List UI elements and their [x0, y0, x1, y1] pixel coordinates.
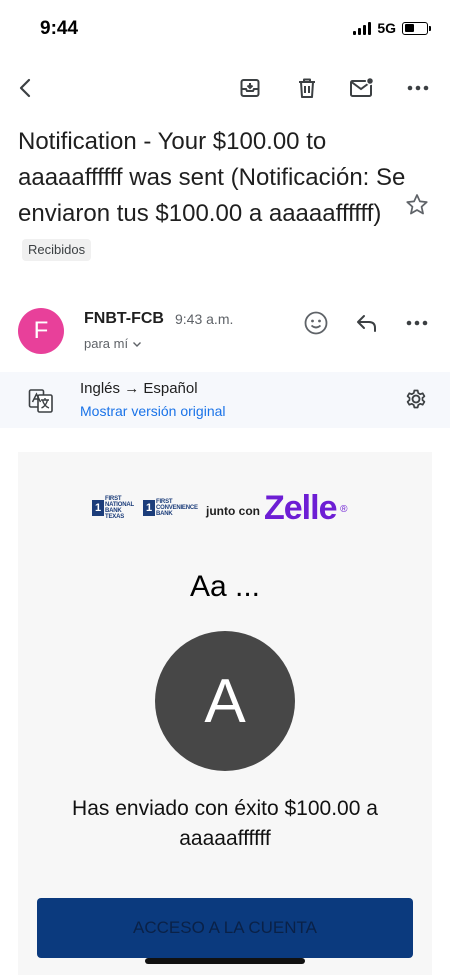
junto-con-text: junto con — [206, 504, 260, 518]
account-access-button[interactable]: ACCESO A LA CUENTA — [37, 898, 413, 958]
email-time: 9:43 a.m. — [175, 311, 234, 327]
battery-icon — [402, 21, 431, 35]
emoji-reaction-icon[interactable] — [299, 306, 333, 340]
translation-bar: Inglés → Español Mostrar versión origina… — [0, 372, 450, 428]
reply-icon[interactable] — [350, 306, 384, 340]
trash-icon[interactable] — [289, 70, 325, 106]
email-toolbar — [0, 66, 450, 110]
back-arrow-icon[interactable] — [8, 70, 44, 106]
translate-icon — [28, 388, 54, 419]
sender-avatar[interactable]: F — [18, 308, 64, 354]
inbox-label-chip[interactable]: Recibidos — [22, 239, 92, 261]
first-convenience-bank-logo: 1 FIRST CONVENIENCE BANK — [143, 499, 198, 517]
gear-icon[interactable] — [404, 387, 428, 416]
recipient-details[interactable]: para mí — [84, 336, 142, 351]
recipient-avatar: A — [155, 631, 295, 771]
more-horizontal-icon[interactable] — [400, 70, 436, 106]
chevron-down-icon — [132, 336, 142, 351]
subject-text: Notification - Your $100.00 to aaaaaffff… — [18, 128, 406, 227]
home-indicator — [145, 958, 305, 964]
status-indicators: 5G — [353, 20, 431, 36]
show-original-link[interactable]: Mostrar versión original — [80, 403, 226, 419]
archive-icon[interactable] — [232, 70, 268, 106]
sender-name: FNBT-FCB — [84, 310, 164, 327]
status-bar: 9:44 5G — [0, 0, 450, 56]
zelle-logo: Zelle ® — [264, 489, 348, 527]
email-subject: Notification - Your $100.00 to aaaaaffff… — [18, 124, 413, 268]
success-message: Has enviado con éxito $100.00 a aaaaafff… — [72, 797, 378, 850]
first-national-bank-logo: 1 FIRST NATIONAL BANK TEXAS — [92, 496, 139, 520]
status-time: 9:44 — [40, 18, 79, 39]
signal-icon — [353, 21, 372, 35]
email-body-card: 1 FIRST NATIONAL BANK TEXAS 1 FIRST CONV… — [18, 452, 432, 975]
brand-logos: 1 FIRST NATIONAL BANK TEXAS 1 FIRST CONV… — [92, 488, 348, 528]
network-type: 5G — [377, 20, 396, 36]
mail-unread-icon[interactable] — [344, 70, 380, 106]
recipient-greeting: Aa ... — [189, 570, 261, 603]
recipient-label: para mí — [84, 336, 129, 351]
star-icon[interactable] — [404, 192, 432, 220]
translation-languages: Inglés → Español — [80, 380, 198, 397]
message-more-icon[interactable] — [400, 306, 434, 340]
